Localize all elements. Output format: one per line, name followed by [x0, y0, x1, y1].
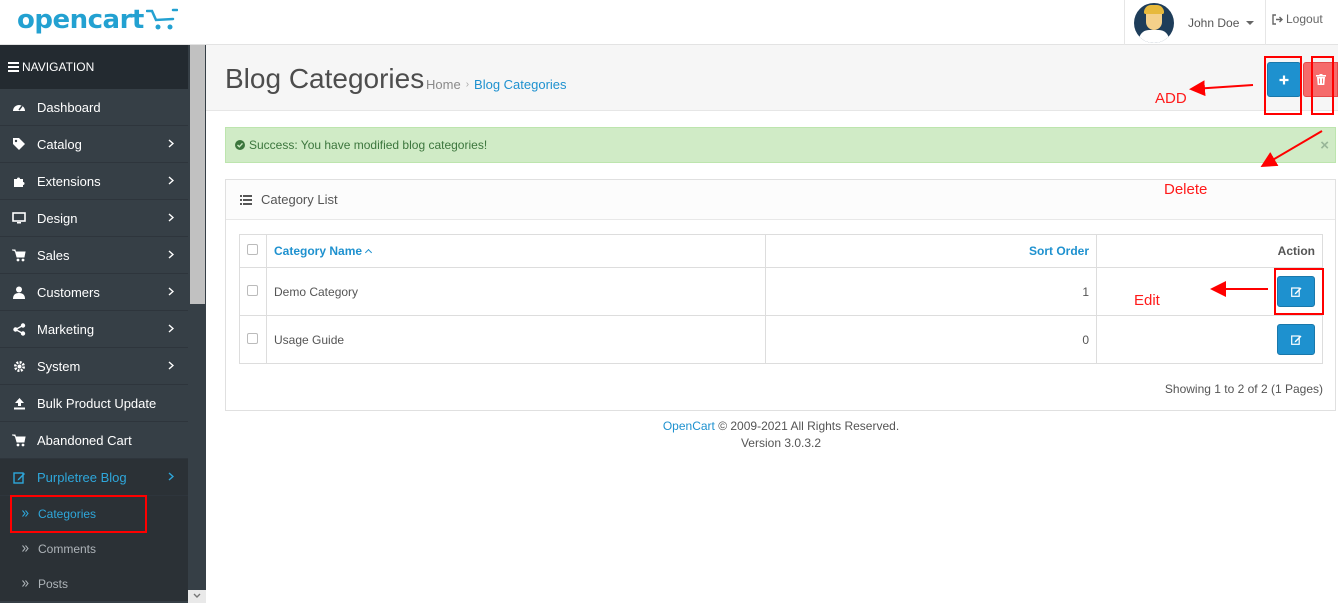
list-icon	[240, 194, 252, 205]
footer-copyright: OpenCart © 2009-2021 All Rights Reserved…	[662, 419, 900, 433]
page-title: Blog Categories	[225, 63, 425, 94]
gear-icon	[12, 359, 26, 373]
row-checkbox[interactable]	[247, 332, 258, 344]
annotation-label-add: ADD	[1155, 90, 1187, 107]
category-table: Category Name Sort Order Action Demo Cat…	[239, 234, 1323, 364]
table-header-row: Category Name Sort Order Action	[239, 234, 1323, 268]
table-row: Demo Category 1	[239, 267, 1323, 316]
main-content: Blog Categories Home › Blog Categories S…	[206, 45, 1338, 603]
sidebar-item-customers[interactable]: Customers	[0, 274, 188, 311]
breadcrumb-current[interactable]: Blog Categories	[474, 77, 567, 92]
chevron-right-icon	[168, 213, 174, 222]
sidebar-item-dashboard[interactable]: Dashboard	[0, 89, 188, 126]
chevron-right-icon	[168, 287, 174, 296]
edit-icon	[1290, 335, 1301, 345]
breadcrumb: Home › Blog Categories	[426, 77, 567, 92]
cart-logo-icon	[145, 8, 178, 30]
double-chevron-right-icon	[22, 580, 29, 587]
row-select-cell	[239, 315, 267, 364]
chevron-right-icon	[168, 176, 174, 185]
double-chevron-right-icon	[22, 545, 29, 552]
chevron-down-icon	[193, 593, 201, 598]
puzzle-icon	[12, 174, 26, 188]
sort-asc-icon	[364, 248, 373, 257]
sidebar-item-extensions[interactable]: Extensions	[0, 163, 188, 200]
scrollbar-thumb[interactable]	[190, 45, 205, 304]
chevron-right-icon	[168, 472, 174, 481]
sidebar-item-sales[interactable]: Sales	[0, 237, 188, 274]
sidebar-item-catalog[interactable]: Catalog	[0, 126, 188, 163]
sidebar-item-system[interactable]: System	[0, 348, 188, 385]
annotation-box-delete	[1311, 56, 1334, 115]
select-all-checkbox[interactable]	[247, 244, 258, 255]
edit-icon	[12, 470, 26, 484]
sign-out-icon	[1272, 13, 1283, 25]
sidebar-item-abandoned-cart[interactable]: Abandoned Cart	[0, 422, 188, 459]
opencart-logo[interactable]: opencart	[17, 4, 178, 40]
column-header-sort-order[interactable]: Sort Order	[765, 234, 1097, 268]
success-alert: Success: You have modified blog categori…	[225, 127, 1336, 163]
sidebar-subitem-comments[interactable]: Comments	[0, 531, 188, 566]
chevron-right-icon	[168, 250, 174, 259]
check-circle-icon	[235, 140, 245, 150]
sort-order-cell: 1	[765, 267, 1097, 316]
row-checkbox[interactable]	[247, 284, 258, 296]
chevron-right-icon	[168, 324, 174, 333]
opencart-link[interactable]: OpenCart	[663, 419, 715, 433]
category-name-cell: Demo Category	[266, 267, 766, 316]
nav-header[interactable]: NAVIGATION	[0, 45, 188, 89]
edit-button[interactable]	[1277, 324, 1315, 355]
tag-icon	[12, 137, 26, 151]
row-select-cell	[239, 267, 267, 316]
column-header-action: Action	[1096, 234, 1323, 268]
bars-icon	[8, 62, 19, 72]
sidebar-item-bulk-product-update[interactable]: Bulk Product Update	[0, 385, 188, 422]
annotation-label-edit: Edit	[1134, 292, 1160, 309]
dashboard-icon	[12, 100, 26, 114]
chevron-right-icon	[168, 361, 174, 370]
category-name-cell: Usage Guide	[266, 315, 766, 364]
scrollbar-down-arrow[interactable]	[188, 590, 206, 603]
avatar	[1134, 2, 1174, 43]
chevron-right-icon	[168, 139, 174, 148]
footer-version: Version 3.0.3.2	[740, 436, 822, 450]
breadcrumb-home[interactable]: Home	[426, 77, 461, 92]
sidebar-item-design[interactable]: Design	[0, 200, 188, 237]
cart-icon	[12, 433, 26, 447]
column-header-category-name[interactable]: Category Name	[266, 234, 766, 268]
select-all-cell	[239, 234, 267, 268]
user-name: John Doe	[1188, 15, 1240, 30]
annotation-box-categories	[10, 495, 147, 533]
cart-icon	[12, 248, 26, 262]
annotation-box-add	[1264, 56, 1302, 115]
caret-down-icon	[1246, 20, 1255, 25]
sidebar-item-marketing[interactable]: Marketing	[0, 311, 188, 348]
user-menu[interactable]: John Doe	[1124, 0, 1266, 45]
category-list-panel: Category List Category Name Sort Order A…	[225, 179, 1336, 411]
upload-icon	[12, 396, 26, 410]
sidebar-item-purpletree-blog[interactable]: Purpletree Blog	[0, 459, 188, 496]
monitor-icon	[12, 211, 26, 225]
action-cell	[1096, 315, 1323, 364]
annotation-box-edit	[1274, 268, 1324, 315]
logout-link[interactable]: Logout	[1272, 12, 1323, 26]
table-row: Usage Guide 0	[239, 315, 1323, 364]
sort-order-cell: 0	[765, 315, 1097, 364]
sidebar-subitem-posts[interactable]: Posts	[0, 566, 188, 601]
top-header: opencart John Doe Logout	[0, 0, 1338, 45]
user-icon	[12, 285, 26, 299]
breadcrumb-separator: ›	[465, 79, 470, 90]
alert-close-button[interactable]: ×	[1320, 137, 1329, 154]
annotation-label-delete: Delete	[1164, 181, 1208, 198]
footer: OpenCart © 2009-2021 All Rights Reserved…	[206, 418, 1338, 452]
pagination-results: Showing 1 to 2 of 2 (1 Pages)	[1164, 382, 1323, 396]
share-icon	[12, 322, 26, 336]
